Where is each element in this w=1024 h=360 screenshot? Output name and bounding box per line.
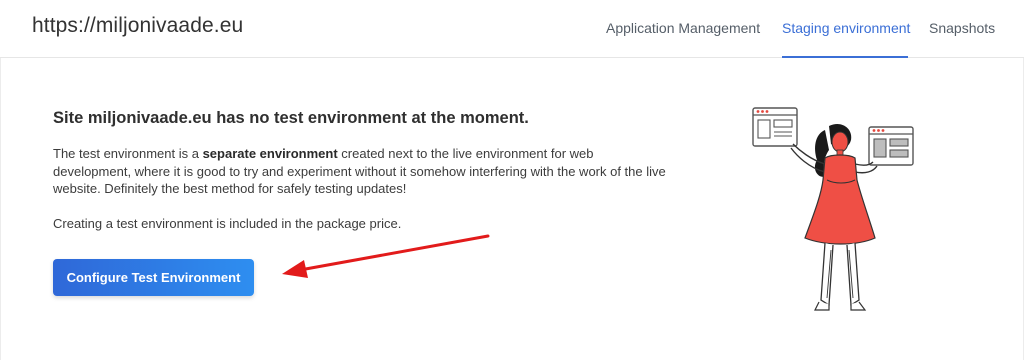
woman-with-browser-windows-illustration [752,107,914,311]
red-arrow-icon [282,234,490,278]
site-url-title: https://miljonivaade.eu [32,14,244,37]
empty-state-headline: Site miljonivaade.eu has no test environ… [53,109,529,127]
tab-application-management[interactable]: Application Management [606,20,760,36]
description-bold-text: separate environment [202,146,338,161]
tab-staging-environment[interactable]: Staging environment [782,20,910,36]
tab-snapshots[interactable]: Snapshots [929,20,995,36]
top-header: https://miljonivaade.eu Application Mana… [0,0,1024,58]
browser-window-left-icon [752,107,798,147]
description-text-start: The test environment is a [53,146,203,161]
empty-state-description: The test environment is a separate envir… [53,145,673,198]
configure-test-environment-button[interactable]: Configure Test Environment [53,259,254,296]
browser-window-right-icon [868,126,914,166]
